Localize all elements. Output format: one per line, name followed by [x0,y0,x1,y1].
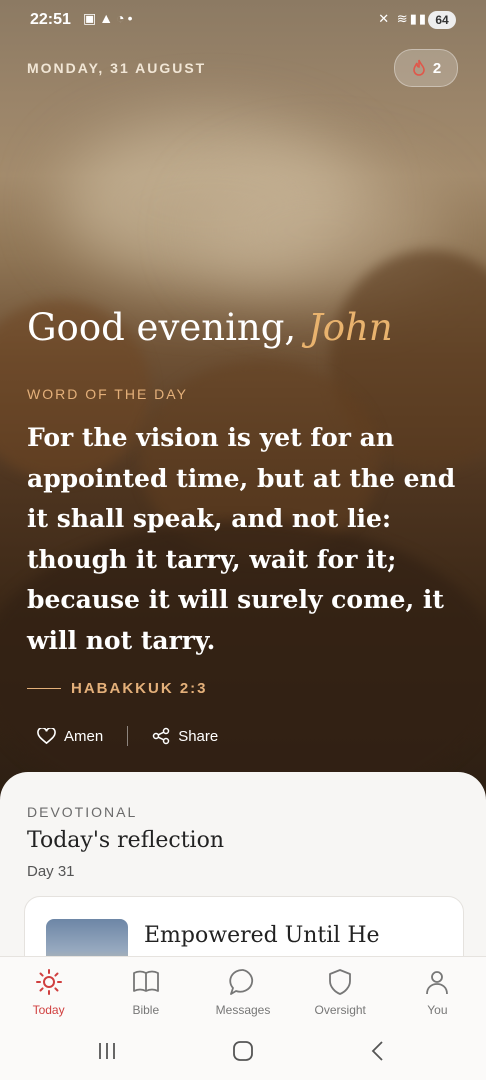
reference-divider [27,688,61,689]
tab-you-label: You [427,1003,448,1017]
current-date: MONDAY, 31 AUGUST [27,60,207,76]
status-right-icons: ✕ ≋▮▮ [378,11,428,27]
share-icon [152,727,170,745]
wifi-icon: ≋ [396,11,410,26]
devotional-card-title: Empowered Until He [144,923,380,948]
status-left-icons: ▣▲◔• [83,10,135,27]
signal-icon: ▮ [418,11,428,26]
tab-bible-label: Bible [132,1003,160,1017]
verse-actions: Amen Share [37,726,218,746]
status-bar: 22:51 ▣▲◔• ✕ ≋▮▮ 64 [0,0,486,40]
recent-apps-icon[interactable] [96,1040,118,1062]
streak-button[interactable]: 2 [394,49,458,87]
amen-label: Amen [64,727,104,745]
back-icon[interactable] [368,1040,388,1062]
person-icon [426,971,449,995]
tab-today-label: Today [32,1003,65,1017]
devotional-card[interactable]: Empowered Until He [24,896,464,956]
devotional-day: Day 31 [27,863,75,880]
verse-text: For the vision is yet for an appointed t… [27,423,456,655]
alert-icon: ▲ [99,10,117,26]
mute-icon: ✕ [378,11,392,26]
tab-you[interactable]: You [389,957,486,1027]
screenshot-icon: ▣ [83,10,100,26]
devotional-title: Today's reflection [27,828,225,853]
verse-reference: HABAKKUK 2:3 [27,680,208,697]
heart-icon [37,727,56,744]
share-label: Share [178,727,219,745]
greeting-prefix: Good evening, [27,306,297,349]
chat-icon [229,969,254,995]
book-icon [132,970,159,992]
whatsapp-icon: ◔ [116,10,128,26]
shield-icon [329,969,352,995]
reference-text: HABAKKUK 2:3 [71,680,208,697]
share-button[interactable]: Share [152,727,218,745]
tab-messages-label: Messages [215,1003,271,1017]
flame-icon [413,59,425,76]
word-of-day-label: WORD OF THE DAY [27,386,188,402]
user-name: John [307,306,393,349]
greeting: Good evening, John [27,306,393,349]
devotional-thumbnail [46,919,128,956]
tab-today[interactable]: Today [0,957,97,1027]
battery-indicator: 64 [428,11,456,29]
tab-messages[interactable]: Messages [194,957,291,1027]
tab-oversight-label: Oversight [314,1003,366,1017]
devotional-section: DEVOTIONAL Today's reflection Day 31 Emp… [0,772,486,956]
tab-oversight[interactable]: Oversight [292,957,389,1027]
home-icon[interactable] [231,1040,255,1062]
system-nav-bar [0,1026,486,1080]
devotional-label: DEVOTIONAL [27,804,138,820]
action-divider [127,726,129,746]
status-time: 22:51 [30,11,71,28]
tab-bible[interactable]: Bible [97,957,194,1027]
dot-icon: • [127,10,136,26]
amen-button[interactable]: Amen [37,727,104,745]
signal-icon: ▮ [409,11,419,26]
bottom-tab-bar: Today Bible Messages Oversight You [0,956,486,1027]
sun-icon [35,969,62,995]
streak-count: 2 [432,59,442,77]
